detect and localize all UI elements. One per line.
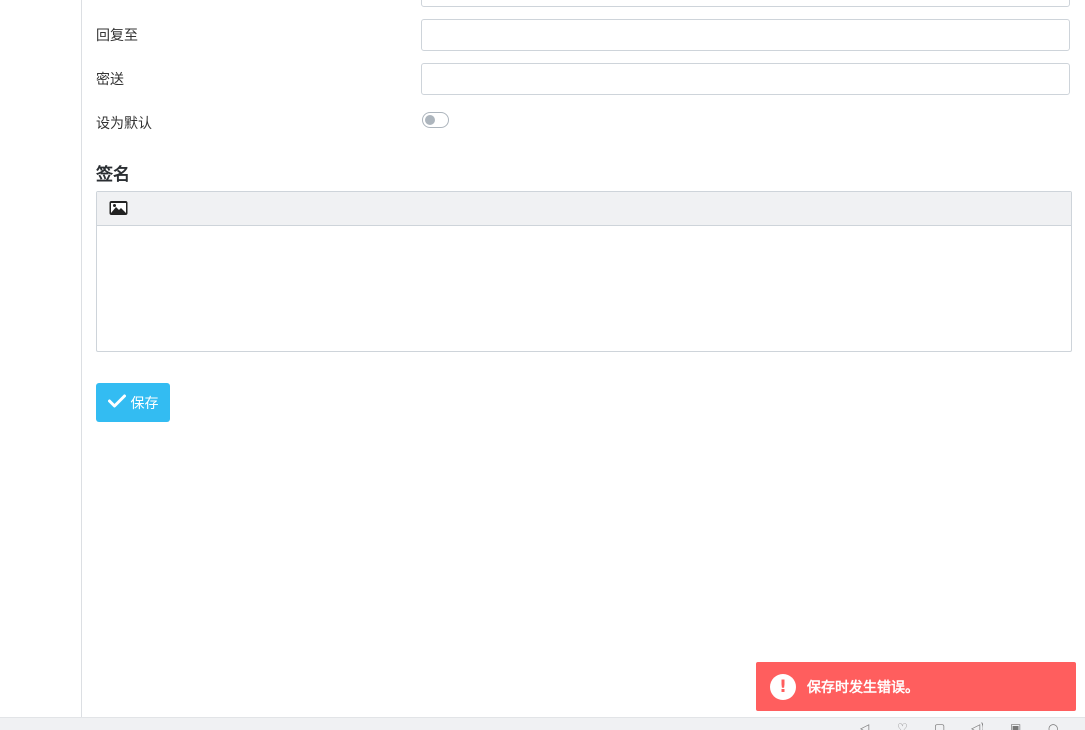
toast-message: 保存时发生错误。 [807,679,919,696]
editor-toolbar [97,192,1071,226]
signature-editor [96,191,1072,352]
image-icon[interactable] [109,200,129,216]
check-icon [107,394,126,412]
signature-editor-body[interactable] [97,226,1071,352]
error-toast[interactable]: ! 保存时发生错误。 [756,662,1076,711]
reply-to-input[interactable] [421,19,1070,51]
left-sidebar [0,0,82,717]
set-default-toggle[interactable] [422,112,449,128]
reply-to-label: 回复至 [96,28,138,44]
toggle-knob [425,115,435,125]
previous-field-input[interactable] [421,0,1070,7]
status-bar: ◁ ♡ ▢ ◁) ▣ ○ [0,717,1085,730]
signature-title: 签名 [96,165,130,185]
bcc-input[interactable] [421,63,1070,95]
set-default-label: 设为默认 [96,116,152,132]
save-button[interactable]: 保存 [96,383,170,422]
save-button-label: 保存 [130,395,159,412]
bcc-label: 密送 [96,72,124,88]
exclamation-icon: ! [770,673,796,700]
